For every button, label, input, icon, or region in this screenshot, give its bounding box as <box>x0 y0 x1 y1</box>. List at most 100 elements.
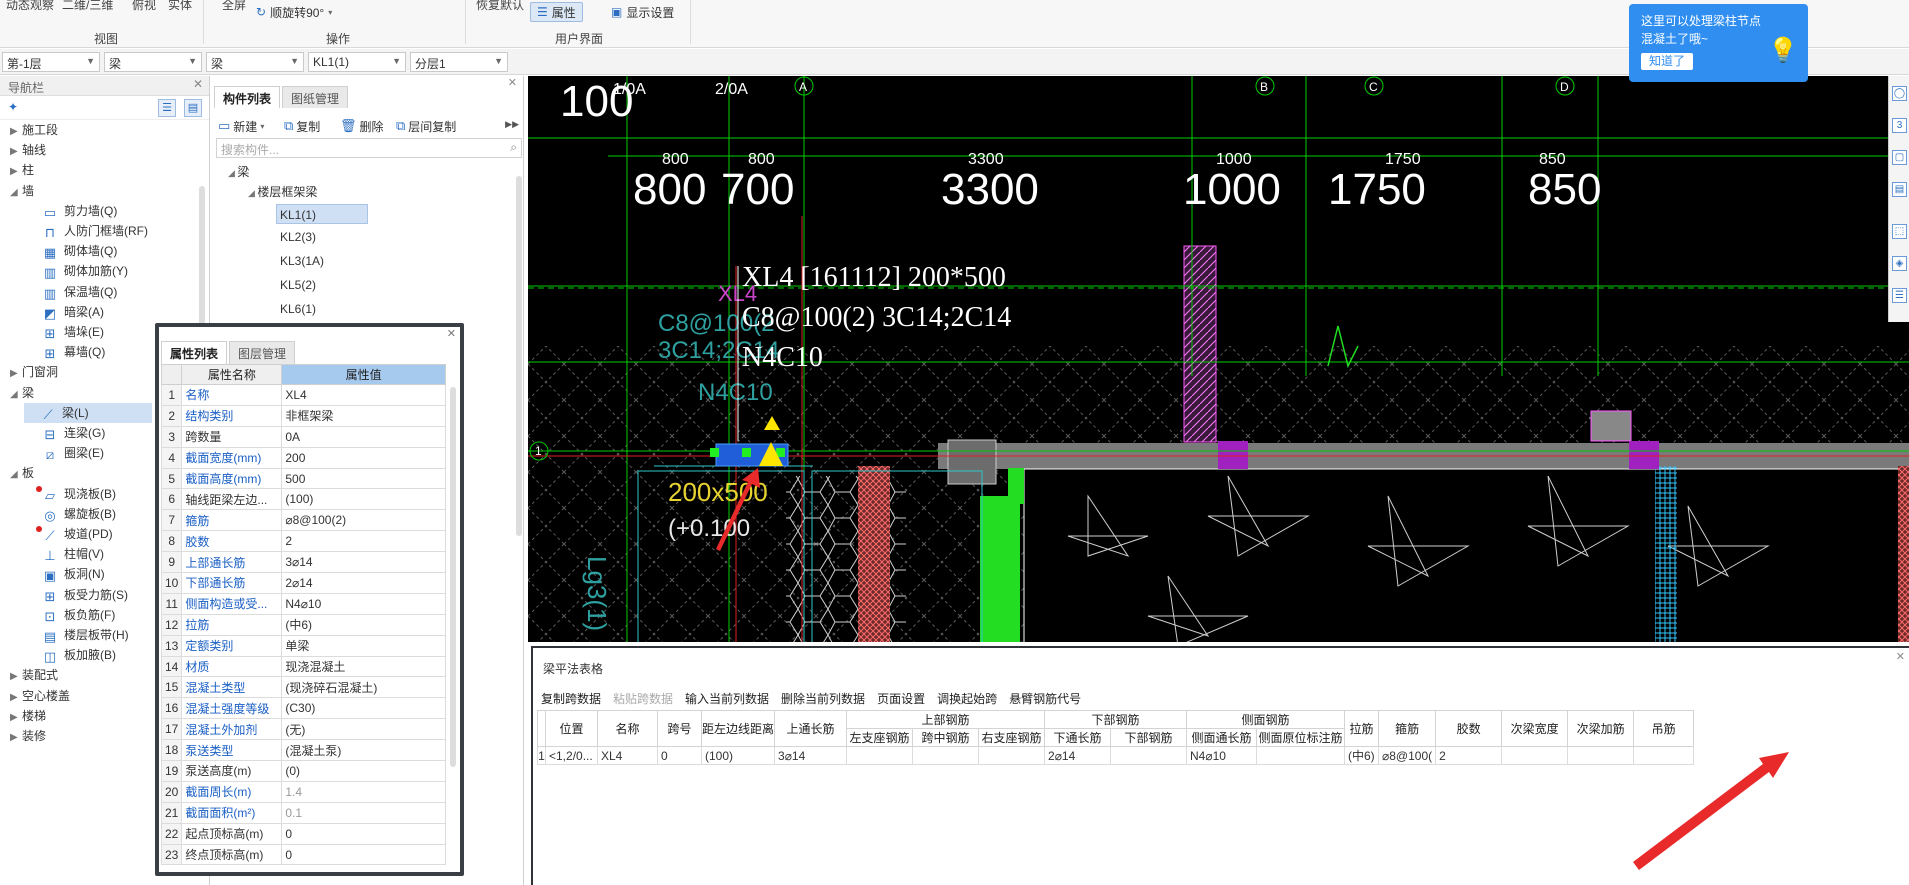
tree-group-floor-frame-beam[interactable]: ◢ 楼层框架梁 <box>248 182 317 202</box>
nav-item[interactable]: ▭ 剪力墙(Q) <box>26 201 117 221</box>
cad-drawing[interactable]: 1/0A 2/0A A B C D 1 100 800 800 3300 100… <box>528 76 1909 642</box>
component-item[interactable]: KL2(3) <box>280 227 316 247</box>
table-row[interactable]: 5 截面高度(mm) 500 <box>160 467 446 490</box>
component-item[interactable]: KL6(1) <box>280 299 316 319</box>
collapse-icon[interactable]: ◢ <box>10 183 22 203</box>
3d-icon[interactable]: 3 <box>1892 118 1907 133</box>
delete-button[interactable]: 🗑 删除 <box>340 116 384 136</box>
layer-select[interactable]: 分层1 ▼ <box>410 52 508 72</box>
nav-category[interactable]: ▶ 门窗洞 <box>10 362 58 382</box>
nav-category[interactable]: ▶ 装配式 <box>10 665 58 685</box>
delete-column-button[interactable]: 删除当前列数据 <box>781 690 865 707</box>
property-value[interactable]: 500 <box>281 467 446 490</box>
property-value[interactable]: 0 <box>281 843 446 866</box>
column-header[interactable]: 右支座钢筋 <box>978 728 1046 747</box>
swap-start-span-button[interactable]: 调换起始跨 <box>937 690 997 707</box>
property-value[interactable]: (现浇碎石混凝土) <box>281 676 446 699</box>
table-cell[interactable]: 2⌀14 <box>1044 746 1112 765</box>
property-toggle-button[interactable]: ☰ 属性 <box>530 2 583 22</box>
property-value[interactable]: ⌀8@100(2) <box>281 509 446 532</box>
nav-item[interactable]: ⊡ 板负筋(F) <box>26 605 116 625</box>
list-icon[interactable]: ☰ <box>1892 288 1907 303</box>
table-row[interactable]: 22 起点顶标高(m) 0 <box>160 822 446 845</box>
nav-category[interactable]: ◢ 梁 <box>10 383 34 403</box>
column-header[interactable]: 侧面通长筋 <box>1186 728 1258 747</box>
table-row[interactable]: 1 名称 XL4 <box>160 384 446 406</box>
tree-root-beam[interactable]: ◢ 梁 <box>228 162 249 182</box>
component-item[interactable]: KL1(1) <box>276 204 368 224</box>
property-value[interactable]: (0) <box>281 760 446 782</box>
tab-component-list[interactable]: 构件列表 <box>214 86 281 108</box>
property-value[interactable]: 0 <box>281 822 446 845</box>
restore-default-button[interactable]: 恢复默认 <box>476 0 524 13</box>
column-header[interactable]: 左支座钢筋 <box>846 728 914 747</box>
floor-select[interactable]: 第-1层 ▼ <box>2 52 100 72</box>
copy-span-button[interactable]: 复制跨数据 <box>541 690 601 707</box>
property-value[interactable]: 单梁 <box>281 634 446 657</box>
nav-category[interactable]: ▶ 楼梯 <box>10 706 46 726</box>
cad-canvas[interactable]: 1/0A 2/0A A B C D 1 100 800 800 3300 100… <box>528 76 1909 642</box>
nav-category[interactable]: ▶ 轴线 <box>10 140 46 160</box>
nav-item[interactable]: ◫ 板加腋(B) <box>26 645 116 665</box>
property-value[interactable]: (C30) <box>281 697 446 720</box>
column-header[interactable]: 跨中钢筋 <box>912 728 980 747</box>
expand-icon[interactable]: ▶ <box>10 688 22 708</box>
property-value[interactable]: (混凝土泵) <box>281 739 446 762</box>
nav-category[interactable]: ◢ 板 <box>10 463 34 483</box>
column-header[interactable]: 名称 <box>597 710 658 747</box>
table-row[interactable]: 19 泵送高度(m) (0) <box>160 760 446 782</box>
property-value[interactable]: 1.4 <box>281 780 446 803</box>
component-item[interactable]: KL5(2) <box>280 275 316 295</box>
close-icon[interactable]: ✕ <box>1896 650 1905 663</box>
nav-category[interactable]: ◢ 墙 <box>10 181 34 201</box>
input-column-button[interactable]: 输入当前列数据 <box>685 690 769 707</box>
expand-icon[interactable]: ▶ <box>10 708 22 728</box>
table-cell[interactable]: (中6) <box>1344 746 1380 765</box>
collapse-icon[interactable]: ◢ <box>10 465 22 485</box>
pin-icon[interactable]: ✦ <box>8 100 18 114</box>
tab-property-list[interactable]: 属性列表 <box>161 341 228 365</box>
table-row[interactable]: 2 结构类别 非框架梁 <box>160 404 446 427</box>
fullscreen-button[interactable]: 全屏 <box>222 0 246 13</box>
nav-item[interactable]: ▦ 砌体墙(Q) <box>26 241 117 261</box>
table-row[interactable]: 21 截面面积(m²) 0.1 <box>160 801 446 824</box>
table-row[interactable]: 8 胶数 2 <box>160 530 446 553</box>
column-header[interactable]: 箍筋 <box>1378 710 1437 747</box>
property-value[interactable]: 3⌀14 <box>281 551 446 574</box>
table-cell[interactable]: 3⌀14 <box>774 746 848 765</box>
table-row[interactable]: 7 箍筋 ⌀8@100(2) <box>160 509 446 532</box>
table-cell[interactable] <box>1110 746 1188 765</box>
expand-icon[interactable]: ▶ <box>10 162 22 182</box>
column-header[interactable]: 下部钢筋 <box>1110 728 1188 747</box>
nav-item[interactable]: ⊓ 人防门框墙(RF) <box>26 221 148 241</box>
nav-item[interactable]: ▥ 砌体加筋(Y) <box>26 261 128 281</box>
expand-icon[interactable]: ▶ <box>10 728 22 748</box>
column-header[interactable]: 侧面原位标注筋 <box>1256 728 1346 747</box>
table-row[interactable]: 23 终点顶标高(m) 0 <box>160 843 446 866</box>
property-value[interactable]: 2 <box>281 530 446 553</box>
table-cell[interactable]: N4⌀10 <box>1186 746 1258 765</box>
table-cell[interactable] <box>1256 746 1346 765</box>
expand-icon[interactable]: ▶ <box>10 667 22 687</box>
display-settings-button[interactable]: ▣ 显示设置 <box>605 2 680 22</box>
type-select[interactable]: 梁 ▼ <box>206 52 304 72</box>
nav-item[interactable]: ▥ 保温墙(Q) <box>26 282 117 302</box>
property-value[interactable]: 非框架梁 <box>281 404 446 427</box>
solid-button[interactable]: 实体 <box>168 0 192 13</box>
table-row[interactable]: 16 混凝土强度等级 (C30) <box>160 697 446 720</box>
nav-item[interactable]: ▣ 板洞(N) <box>26 564 105 584</box>
property-value[interactable]: 2⌀14 <box>281 572 446 594</box>
page-setup-button[interactable]: 页面设置 <box>877 690 925 707</box>
nav-item[interactable]: ◎ 螺旋板(B) <box>26 504 116 524</box>
nav-category[interactable]: ▶ 施工段 <box>10 120 58 140</box>
nav-category[interactable]: ▶ 空心楼盖 <box>10 686 70 706</box>
table-cell[interactable]: <1,2/0... <box>545 746 598 765</box>
column-header[interactable]: 位置 <box>545 710 598 747</box>
column-header[interactable]: 胶数 <box>1435 710 1503 747</box>
table-row[interactable]: 18 泵送类型 (混凝土泵) <box>160 739 446 762</box>
table-row[interactable]: 9 上部通长筋 3⌀14 <box>160 551 446 574</box>
property-value[interactable]: 200 <box>281 446 446 469</box>
paste-span-button[interactable]: 粘贴跨数据 <box>613 690 673 707</box>
property-value[interactable]: (无) <box>281 718 446 741</box>
floor-copy-button[interactable]: ⧉ 层间复制 <box>396 116 456 136</box>
